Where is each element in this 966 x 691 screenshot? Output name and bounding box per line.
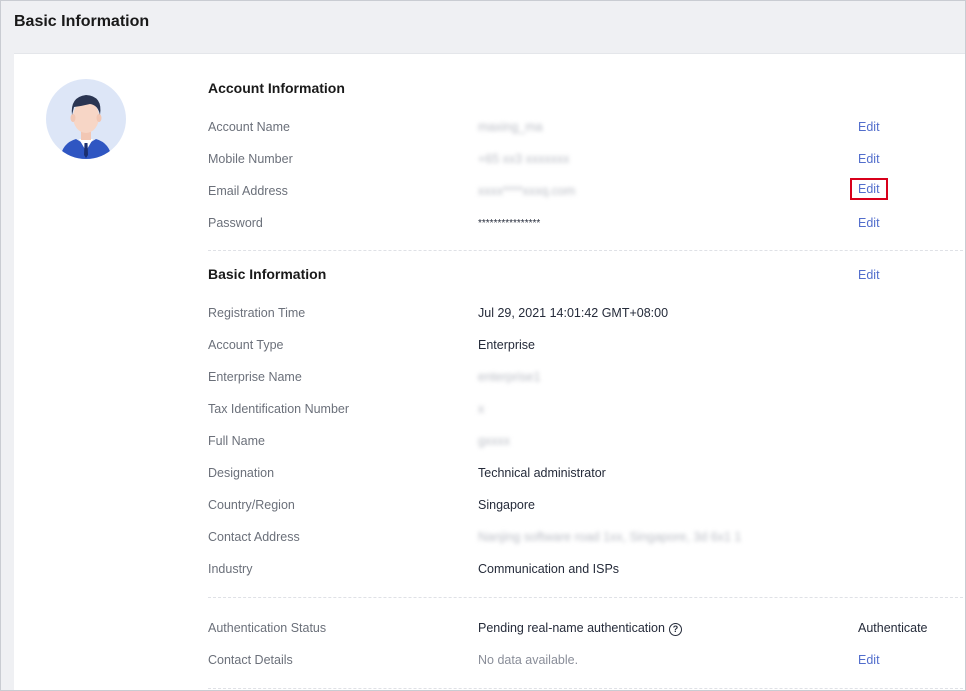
tax-id-value: x — [478, 402, 485, 416]
row-label: Country/Region — [208, 498, 295, 512]
authenticate-button[interactable]: Authenticate — [858, 621, 928, 635]
row-label: Registration Time — [208, 306, 306, 320]
section-divider — [208, 250, 965, 251]
row-label: Account Type — [208, 338, 284, 352]
email-address-row: Email Address xxxx****xxxq.com Edit — [208, 178, 965, 204]
registration-time-value: Jul 29, 2021 14:01:42 GMT+08:00 — [478, 306, 669, 320]
registration-time-row: Registration Time Jul 29, 2021 14:01:42 … — [208, 306, 965, 326]
edit-password-button[interactable]: Edit — [858, 216, 880, 230]
section-divider — [208, 688, 965, 689]
password-value: **************** — [478, 218, 541, 229]
full-name-value: gxxxx — [478, 434, 510, 448]
user-avatar-icon — [46, 79, 126, 159]
basic-information-page: Basic Information Account Information Ac… — [0, 0, 966, 691]
mobile-number-row: Mobile Number +65 xx3 xxxxxxx Edit — [208, 152, 965, 172]
row-label: Email Address — [208, 184, 288, 198]
edit-contact-details-button[interactable]: Edit — [858, 653, 880, 667]
row-label: Full Name — [208, 434, 265, 448]
edit-account-name-button[interactable]: Edit — [858, 120, 880, 134]
contact-details-row: Contact Details No data available. Edit — [208, 653, 965, 673]
enterprise-name-value: enterprise1 — [478, 370, 541, 384]
row-label: Password — [208, 216, 263, 230]
row-label: Account Name — [208, 120, 290, 134]
page-title: Basic Information — [14, 13, 150, 30]
password-row: Password **************** Edit — [208, 216, 965, 236]
row-label: Mobile Number — [208, 152, 293, 166]
contact-details-value: No data available. — [478, 653, 579, 667]
edit-basic-info-button[interactable]: Edit — [858, 268, 880, 282]
section-divider — [208, 597, 965, 598]
email-address-value: xxxx****xxxq.com — [478, 184, 576, 198]
account-type-value: Enterprise — [478, 338, 535, 352]
mobile-number-value: +65 xx3 xxxxxxx — [478, 152, 570, 166]
account-info-title: Account Information — [208, 80, 345, 96]
row-label: Enterprise Name — [208, 370, 302, 384]
industry-value: Communication and ISPs — [478, 562, 620, 576]
authentication-status-text: Pending real-name authentication — [478, 621, 665, 635]
country-region-value: Singapore — [478, 498, 535, 512]
edit-email-address-button[interactable]: Edit — [850, 178, 888, 200]
info-card: Account Information Account Name maxing_… — [14, 53, 965, 690]
designation-row: Designation Technical administrator — [208, 466, 965, 486]
account-name-row: Account Name maxing_ma Edit — [208, 120, 965, 140]
account-name-value: maxing_ma — [478, 120, 543, 134]
row-label: Authentication Status — [208, 621, 327, 635]
full-name-row: Full Name gxxxx — [208, 434, 965, 454]
country-region-row: Country/Region Singapore — [208, 498, 965, 518]
help-circle-icon[interactable]: ? — [668, 623, 682, 636]
authentication-status-value: Pending real-name authentication? — [478, 621, 682, 636]
basic-info-title: Basic Information — [208, 266, 327, 282]
tax-id-row: Tax Identification Number x — [208, 402, 965, 422]
edit-mobile-number-button[interactable]: Edit — [858, 152, 880, 166]
row-label: Contact Details — [208, 653, 293, 667]
row-label: Designation — [208, 466, 275, 480]
authentication-status-row: Authentication Status Pending real-name … — [208, 621, 965, 641]
contact-address-value: Nanjing software road 1xx, Singapore, 3d… — [478, 530, 742, 544]
row-label: Tax Identification Number — [208, 402, 350, 416]
industry-row: Industry Communication and ISPs — [208, 562, 965, 582]
row-label: Industry — [208, 562, 253, 576]
account-type-row: Account Type Enterprise — [208, 338, 965, 358]
enterprise-name-row: Enterprise Name enterprise1 — [208, 370, 965, 390]
contact-address-row: Contact Address Nanjing software road 1x… — [208, 530, 965, 550]
designation-value: Technical administrator — [478, 466, 606, 480]
row-label: Contact Address — [208, 530, 300, 544]
